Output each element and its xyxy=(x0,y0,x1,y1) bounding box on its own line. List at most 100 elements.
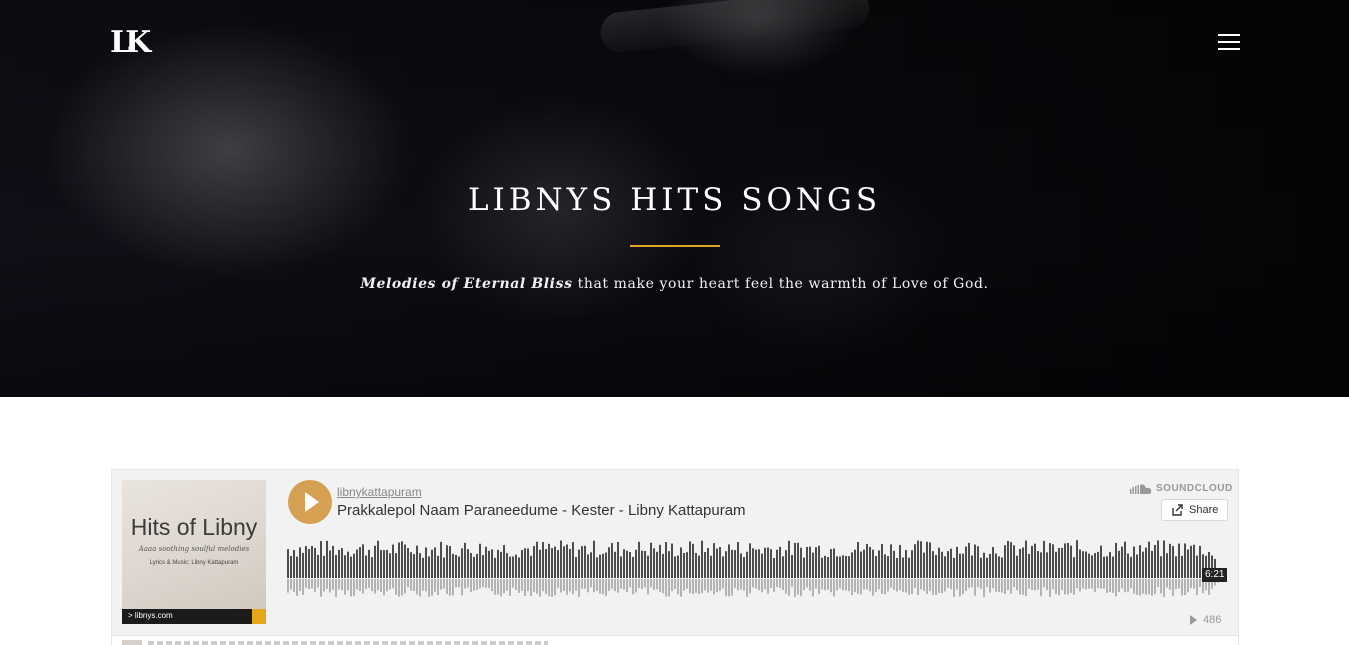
waveform-bar xyxy=(335,554,337,578)
waveform-bar-reflection xyxy=(695,579,697,593)
waveform-bar xyxy=(812,552,814,578)
waveform-bar-reflection xyxy=(1010,579,1012,594)
waveform-bar-reflection xyxy=(1073,579,1075,595)
waveform-bar-reflection xyxy=(1190,579,1192,588)
waveform-bar-reflection xyxy=(716,579,718,593)
waveform-bar xyxy=(956,546,958,578)
waveform-bar-reflection xyxy=(593,579,595,593)
waveform-bar-reflection xyxy=(1061,579,1063,590)
waveform-bar xyxy=(791,554,793,578)
waveform-bar xyxy=(455,554,457,578)
waveform-bar-reflection xyxy=(557,579,559,588)
waveform-bar xyxy=(686,552,688,578)
waveform-bar xyxy=(332,545,334,578)
waveform-bar xyxy=(566,544,568,578)
waveform[interactable] xyxy=(287,540,1229,600)
waveform-bar xyxy=(617,541,619,578)
waveform-bar-reflection xyxy=(842,579,844,591)
waveform-bar-reflection xyxy=(707,579,709,593)
waveform-bar-reflection xyxy=(467,579,469,588)
waveform-bar-reflection xyxy=(440,579,442,590)
waveform-bar xyxy=(911,550,913,578)
waveform-bar-reflection xyxy=(338,579,340,590)
waveform-bar xyxy=(1193,544,1195,578)
waveform-bar xyxy=(806,546,808,578)
waveform-bar-reflection xyxy=(422,579,424,591)
waveform-bar-reflection xyxy=(374,579,376,594)
waveform-bar-reflection xyxy=(665,579,667,597)
waveform-bar-reflection xyxy=(1136,579,1138,595)
waveform-bar xyxy=(782,556,784,578)
waveform-bar-reflection xyxy=(1004,579,1006,594)
track-artwork[interactable]: Hits of Libny Aaaa soothing soulful melo… xyxy=(122,480,266,624)
waveform-bar-reflection xyxy=(545,579,547,595)
waveform-bar-reflection xyxy=(362,579,364,594)
waveform-bar xyxy=(596,557,598,578)
waveform-bar xyxy=(311,545,313,578)
waveform-bar-reflection xyxy=(350,579,352,597)
waveform-bar xyxy=(629,552,631,578)
waveform-bar-reflection xyxy=(413,579,415,591)
waveform-bar xyxy=(803,557,805,578)
waveform-bar-reflection xyxy=(503,579,505,594)
waveform-bar-reflection xyxy=(656,579,658,590)
waveform-bar xyxy=(761,553,763,578)
waveform-bar-reflection xyxy=(305,579,307,588)
waveform-bar-reflection xyxy=(1049,579,1051,597)
track-duration: 6:21 xyxy=(1202,568,1228,582)
waveform-bar xyxy=(710,555,712,578)
waveform-bar xyxy=(410,552,412,578)
waveform-bar xyxy=(1094,553,1096,578)
waveform-bar xyxy=(875,556,877,578)
waveform-bar-reflection xyxy=(299,579,301,592)
waveform-bar-reflection xyxy=(326,579,328,589)
waveform-bar xyxy=(362,544,364,578)
waveform-bar xyxy=(980,557,982,578)
waveform-bar-reflection xyxy=(1199,579,1201,588)
waveform-bar-reflection xyxy=(626,579,628,593)
waveform-bar-reflection xyxy=(968,579,970,588)
waveform-bar xyxy=(731,549,733,578)
waveform-bar-reflection xyxy=(533,579,535,592)
waveform-bar xyxy=(950,548,952,578)
waveform-bar xyxy=(314,547,316,578)
waveform-bar-reflection xyxy=(380,579,382,592)
waveform-bar-reflection xyxy=(575,579,577,591)
waveform-bar xyxy=(668,551,670,578)
soundcloud-brand[interactable]: SOUNDCLOUD xyxy=(1130,483,1233,494)
play-button[interactable] xyxy=(288,480,332,524)
waveform-bar xyxy=(491,549,493,578)
waveform-bar xyxy=(365,555,367,578)
next-track-row[interactable] xyxy=(112,635,1238,645)
waveform-bar xyxy=(905,550,907,578)
waveform-bar-reflection xyxy=(317,579,319,588)
hamburger-menu-icon[interactable] xyxy=(1218,34,1240,52)
waveform-bar xyxy=(800,547,802,578)
waveform-bar xyxy=(848,556,850,578)
waveform-bar-reflection xyxy=(857,579,859,594)
waveform-bar-reflection xyxy=(1121,579,1123,589)
waveform-bar-reflection xyxy=(1043,579,1045,588)
waveform-bar-reflection xyxy=(1085,579,1087,590)
waveform-bar-reflection xyxy=(1169,579,1171,590)
waveform-bar xyxy=(374,545,376,578)
waveform-bar-reflection xyxy=(311,579,313,589)
waveform-bar xyxy=(797,542,799,578)
track-user-link[interactable]: libnykattapuram xyxy=(337,485,422,499)
share-button[interactable]: Share xyxy=(1161,499,1228,521)
waveform-bar-reflection xyxy=(1181,579,1183,596)
waveform-bar xyxy=(389,553,391,578)
waveform-bar-reflection xyxy=(740,579,742,590)
waveform-bar-reflection xyxy=(1184,579,1186,596)
track-title[interactable]: Prakkalepol Naam Paraneedume - Kester - … xyxy=(337,502,746,519)
waveform-bar xyxy=(512,556,514,578)
waveform-bar xyxy=(530,555,532,578)
site-logo[interactable]: LK xyxy=(110,26,151,60)
waveform-bar-reflection xyxy=(590,579,592,588)
artwork-title: Hits of Libny xyxy=(130,514,258,540)
waveform-bar-reflection xyxy=(341,579,343,591)
waveform-bar xyxy=(785,550,787,578)
waveform-bar-reflection xyxy=(1076,579,1078,589)
waveform-bar xyxy=(995,553,997,578)
waveform-bar-reflection xyxy=(296,579,298,596)
